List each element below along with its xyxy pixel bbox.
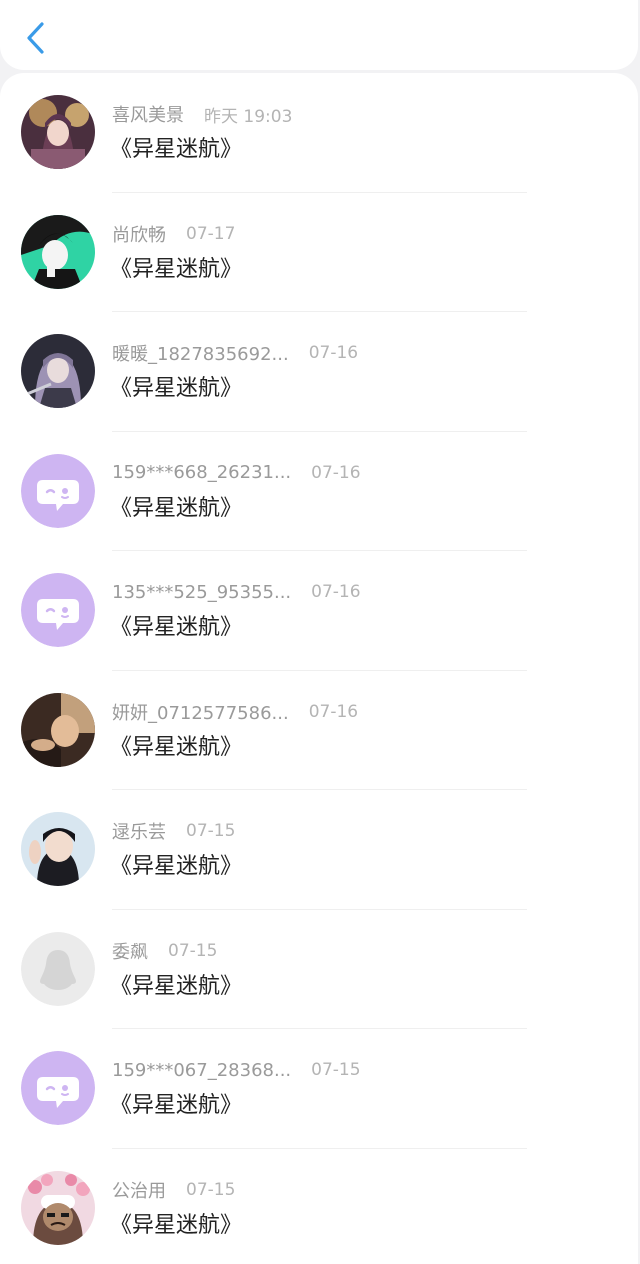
sender-name[interactable]: 159***067_28368... — [112, 1060, 291, 1081]
message-text[interactable]: 《异星迷航》 — [110, 370, 242, 404]
message-time: 07-16 — [311, 462, 361, 483]
back-button[interactable] — [20, 18, 52, 58]
avatar[interactable] — [21, 334, 95, 408]
sender-name[interactable]: 逯乐芸 — [112, 818, 166, 844]
message-time: 07-15 — [186, 1179, 236, 1200]
list-item[interactable]: 公治用 07-15 《异星迷航》 — [0, 1149, 638, 1264]
chat-bubble-icon — [21, 1051, 95, 1125]
chat-bubble-icon — [21, 573, 95, 647]
message-text[interactable]: 《异星迷航》 — [110, 490, 242, 524]
sender-name[interactable]: 妍妍_0712577586... — [112, 699, 289, 725]
message-time: 07-15 — [186, 821, 236, 841]
avatar[interactable] — [21, 573, 95, 647]
sender-name[interactable]: 159***668_26231... — [112, 462, 291, 483]
chevron-left-icon — [27, 22, 44, 54]
message-text[interactable]: 《异星迷航》 — [110, 251, 242, 285]
avatar[interactable] — [21, 1170, 95, 1245]
avatar[interactable] — [21, 692, 95, 767]
list-item[interactable]: 暖暖_1827835692... 07-16 《异星迷航》 — [0, 312, 638, 432]
message-time: 07-16 — [308, 701, 359, 722]
list-item[interactable]: 159***668_26231... 07-16 《异星迷航》 — [0, 432, 638, 551]
list-item[interactable]: 159***067_28368... 07-15 《异星迷航》 — [0, 1029, 638, 1149]
avatar[interactable] — [21, 812, 95, 886]
message-time: 07-17 — [186, 223, 236, 244]
avatar[interactable] — [21, 1051, 95, 1125]
list-item[interactable]: 逯乐芸 07-15 《异星迷航》 — [0, 790, 638, 910]
message-time: 昨天 19:03 — [204, 106, 293, 127]
list-item[interactable]: 喜风美景 昨天 19:03 《异星迷航》 — [0, 73, 638, 193]
message-text[interactable]: 《异星迷航》 — [110, 131, 242, 165]
message-text[interactable]: 《异星迷航》 — [110, 1207, 242, 1241]
message-time: 07-15 — [168, 940, 218, 961]
message-text[interactable]: 《异星迷航》 — [110, 848, 242, 882]
sender-name[interactable]: 喜风美景 — [112, 101, 184, 127]
sender-name[interactable]: 135***525_95355... — [112, 582, 291, 603]
avatar[interactable] — [21, 931, 95, 1006]
chat-bubble-icon — [21, 453, 95, 528]
sender-name[interactable]: 尚欣畅 — [112, 221, 166, 247]
list-item[interactable]: 妍妍_0712577586... 07-16 《异星迷航》 — [0, 671, 638, 790]
sender-name[interactable]: 公治用 — [112, 1177, 166, 1203]
list-item[interactable]: 尚欣畅 07-17 《异星迷航》 — [0, 193, 638, 312]
message-text[interactable]: 《异星迷航》 — [110, 729, 242, 763]
message-text[interactable]: 《异星迷航》 — [110, 1087, 242, 1121]
message-list: 喜风美景 昨天 19:03 《异星迷航》 尚欣畅 07-17 《异星迷航》 暖暖… — [0, 73, 638, 1264]
avatar[interactable] — [21, 95, 95, 169]
penguin-icon — [21, 931, 95, 1006]
avatar[interactable] — [21, 453, 95, 528]
avatar[interactable] — [21, 214, 95, 289]
message-time: 07-15 — [311, 1060, 361, 1080]
message-time: 07-16 — [308, 343, 359, 363]
sender-name[interactable]: 委飙 — [112, 938, 148, 964]
sender-name[interactable]: 暖暖_1827835692... — [112, 340, 289, 366]
message-time: 07-16 — [311, 582, 361, 602]
message-text[interactable]: 《异星迷航》 — [110, 609, 242, 643]
list-item[interactable]: 135***525_95355... 07-16 《异星迷航》 — [0, 551, 638, 671]
list-item[interactable]: 委飙 07-15 《异星迷航》 — [0, 910, 638, 1029]
message-text[interactable]: 《异星迷航》 — [110, 968, 242, 1002]
top-navigation-bar — [0, 0, 638, 70]
